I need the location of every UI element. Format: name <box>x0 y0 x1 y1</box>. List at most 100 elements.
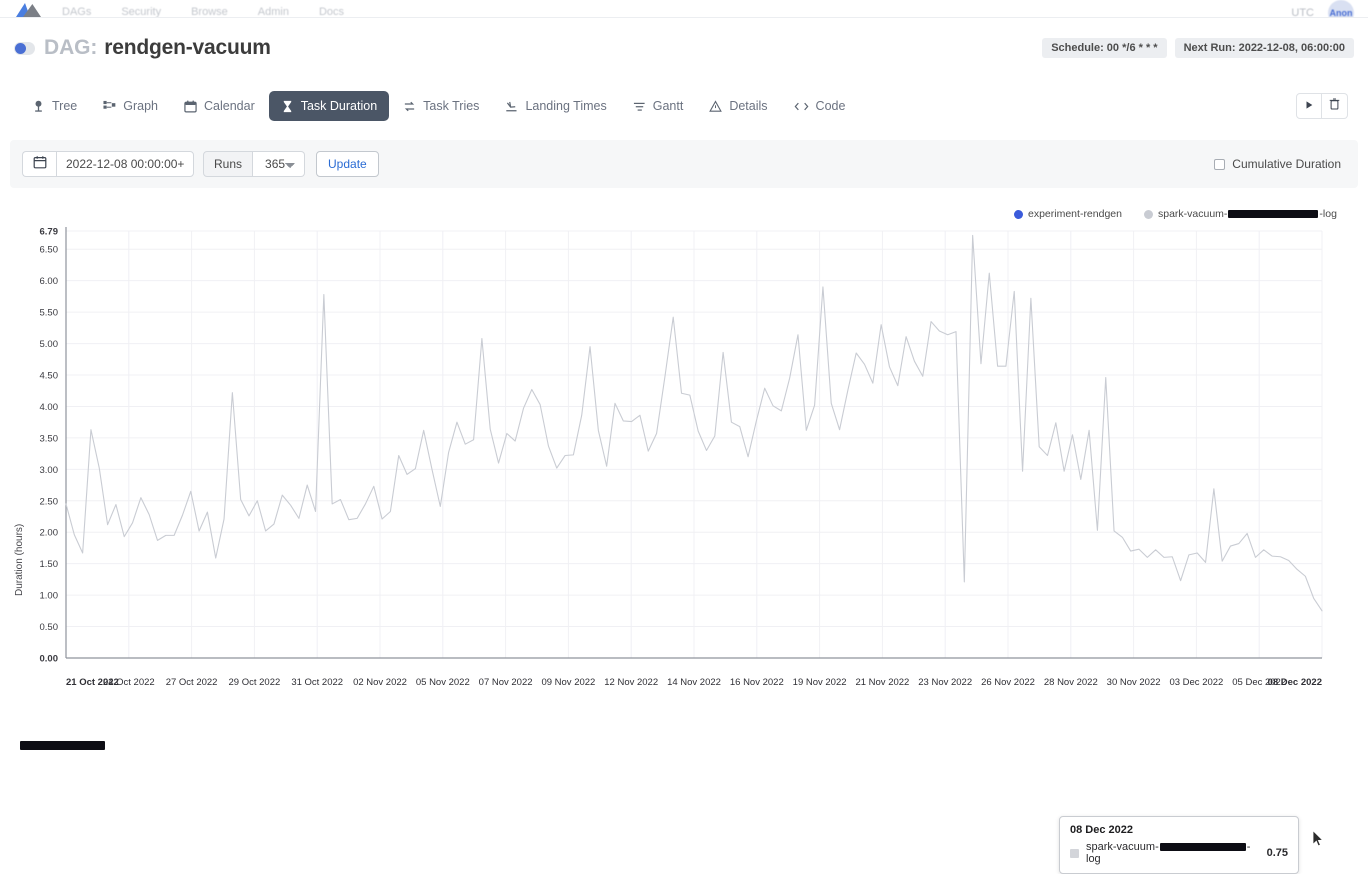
nav-item-admin[interactable]: Admin <box>258 8 289 17</box>
tab-gantt[interactable]: Gantt <box>621 91 696 121</box>
top-navbar-right: UTC Anon <box>1291 0 1354 17</box>
legend-item-spark-vacuum-log[interactable]: spark-vacuum--log <box>1144 208 1337 220</box>
svg-text:1.00: 1.00 <box>40 591 59 602</box>
play-icon <box>1304 97 1314 115</box>
svg-text:07 Nov 2022: 07 Nov 2022 <box>479 677 533 688</box>
landing-icon <box>505 100 518 113</box>
svg-text:28 Nov 2022: 28 Nov 2022 <box>1044 677 1098 688</box>
svg-text:29 Oct 2022: 29 Oct 2022 <box>229 677 281 688</box>
tooltip-series-name: spark-vacuum--log <box>1086 841 1260 865</box>
svg-text:6.50: 6.50 <box>40 245 59 256</box>
tab-task-duration[interactable]: Task Duration <box>269 91 389 121</box>
svg-text:3.50: 3.50 <box>40 433 59 444</box>
svg-text:30 Nov 2022: 30 Nov 2022 <box>1107 677 1161 688</box>
calendar-icon <box>33 155 47 174</box>
airflow-logo-icon[interactable] <box>14 1 44 17</box>
nav-item-dags[interactable]: DAGs <box>62 8 91 17</box>
tab-calendar[interactable]: Calendar <box>172 91 267 121</box>
svg-text:12 Nov 2022: 12 Nov 2022 <box>604 677 658 688</box>
svg-text:21 Nov 2022: 21 Nov 2022 <box>855 677 909 688</box>
delete-dag-button[interactable] <box>1322 93 1348 119</box>
calendar-picker-button[interactable] <box>22 151 56 177</box>
base-date-control <box>22 151 194 177</box>
svg-text:27 Oct 2022: 27 Oct 2022 <box>166 677 218 688</box>
retry-icon <box>403 100 416 113</box>
svg-text:0.00: 0.00 <box>40 654 59 665</box>
svg-text:26 Nov 2022: 26 Nov 2022 <box>981 677 1035 688</box>
top-navbar-links: DAGs Security Browse Admin Docs <box>62 8 344 17</box>
svg-text:2.50: 2.50 <box>40 496 59 507</box>
tab-tree[interactable]: Tree <box>20 91 89 121</box>
svg-text:19 Nov 2022: 19 Nov 2022 <box>793 677 847 688</box>
chart-plot-area[interactable]: 0.000.501.001.502.002.503.003.504.004.50… <box>0 196 1368 706</box>
svg-text:4.00: 4.00 <box>40 402 59 413</box>
dag-action-buttons <box>1296 93 1348 119</box>
legend-color-swatch <box>1144 210 1153 219</box>
mouse-cursor-icon <box>1312 830 1324 852</box>
trigger-dag-button[interactable] <box>1296 93 1322 119</box>
base-date-input[interactable] <box>56 151 194 177</box>
svg-text:31 Oct 2022: 31 Oct 2022 <box>291 677 343 688</box>
trash-icon <box>1329 97 1340 115</box>
cumulative-duration-toggle[interactable]: Cumulative Duration <box>1214 157 1346 171</box>
dag-tab-bar: Tree Graph Calendar Task Duration Task T… <box>0 86 1368 126</box>
svg-text:4.50: 4.50 <box>40 371 59 382</box>
dag-pause-toggle[interactable] <box>14 42 35 55</box>
legend-label: spark-vacuum--log <box>1158 208 1337 220</box>
tab-label: Task Duration <box>301 99 377 113</box>
utc-clock[interactable]: UTC <box>1291 9 1314 17</box>
tab-task-tries[interactable]: Task Tries <box>391 91 491 121</box>
legend-label: experiment-rendgen <box>1028 208 1122 220</box>
tree-icon <box>32 100 45 113</box>
calendar-icon <box>184 100 197 113</box>
svg-text:6.00: 6.00 <box>40 276 59 287</box>
dag-header: DAG: rendgen-vacuum Schedule: 00 */6 * *… <box>0 18 1368 78</box>
schedule-badge: Schedule: 00 */6 * * * <box>1042 38 1166 58</box>
next-run-badge: Next Run: 2022-12-08, 06:00:00 <box>1175 38 1354 58</box>
chart-legend: experiment-rendgen spark-vacuum--log <box>1014 208 1337 220</box>
nav-item-security[interactable]: Security <box>121 8 161 17</box>
runs-select[interactable]: 365 <box>253 151 305 177</box>
tab-label: Gantt <box>653 99 684 113</box>
tooltip-date: 08 Dec 2022 <box>1070 824 1288 836</box>
cumulative-duration-checkbox[interactable] <box>1214 159 1225 170</box>
nav-item-docs[interactable]: Docs <box>319 8 344 17</box>
tooltip-color-swatch <box>1070 849 1079 858</box>
svg-text:09 Nov 2022: 09 Nov 2022 <box>541 677 595 688</box>
svg-text:3.00: 3.00 <box>40 465 59 476</box>
tab-label: Calendar <box>204 99 255 113</box>
avatar[interactable]: Anon <box>1328 0 1354 18</box>
svg-text:03 Dec 2022: 03 Dec 2022 <box>1169 677 1223 688</box>
tab-label: Details <box>729 99 767 113</box>
tooltip-series-row: spark-vacuum--log 0.75 <box>1070 841 1288 865</box>
cumulative-duration-label: Cumulative Duration <box>1232 157 1341 171</box>
svg-text:24 Oct 2022: 24 Oct 2022 <box>103 677 155 688</box>
svg-text:08 Dec 2022: 08 Dec 2022 <box>1268 677 1322 688</box>
nav-item-browse[interactable]: Browse <box>191 8 228 17</box>
redacted-status-bar <box>20 741 105 750</box>
svg-text:05 Nov 2022: 05 Nov 2022 <box>416 677 470 688</box>
svg-text:5.00: 5.00 <box>40 339 59 350</box>
chart-tooltip: 08 Dec 2022 spark-vacuum--log 0.75 <box>1059 816 1299 874</box>
svg-text:14 Nov 2022: 14 Nov 2022 <box>667 677 721 688</box>
top-navbar: DAGs Security Browse Admin Docs UTC Anon <box>0 0 1368 18</box>
tab-landing-times[interactable]: Landing Times <box>493 91 618 121</box>
tab-label: Graph <box>123 99 158 113</box>
tab-label: Code <box>816 99 846 113</box>
runs-label: Runs <box>203 151 253 177</box>
tooltip-value: 0.75 <box>1267 847 1288 859</box>
tab-label: Tree <box>52 99 77 113</box>
task-duration-chart: experiment-rendgen spark-vacuum--log Dur… <box>0 196 1368 716</box>
tab-code[interactable]: Code <box>782 91 858 121</box>
update-button[interactable]: Update <box>316 151 379 177</box>
gantt-icon <box>633 100 646 113</box>
svg-text:02 Nov 2022: 02 Nov 2022 <box>353 677 407 688</box>
tab-details[interactable]: Details <box>697 91 779 121</box>
svg-text:5.50: 5.50 <box>40 308 59 319</box>
tab-graph[interactable]: Graph <box>91 91 170 121</box>
legend-item-experiment-rendgen[interactable]: experiment-rendgen <box>1014 208 1122 220</box>
svg-text:0.50: 0.50 <box>40 622 59 633</box>
chart-filter-bar: Runs 365 Update Cumulative Duration <box>10 140 1358 188</box>
hourglass-icon <box>281 100 294 113</box>
svg-text:16 Nov 2022: 16 Nov 2022 <box>730 677 784 688</box>
